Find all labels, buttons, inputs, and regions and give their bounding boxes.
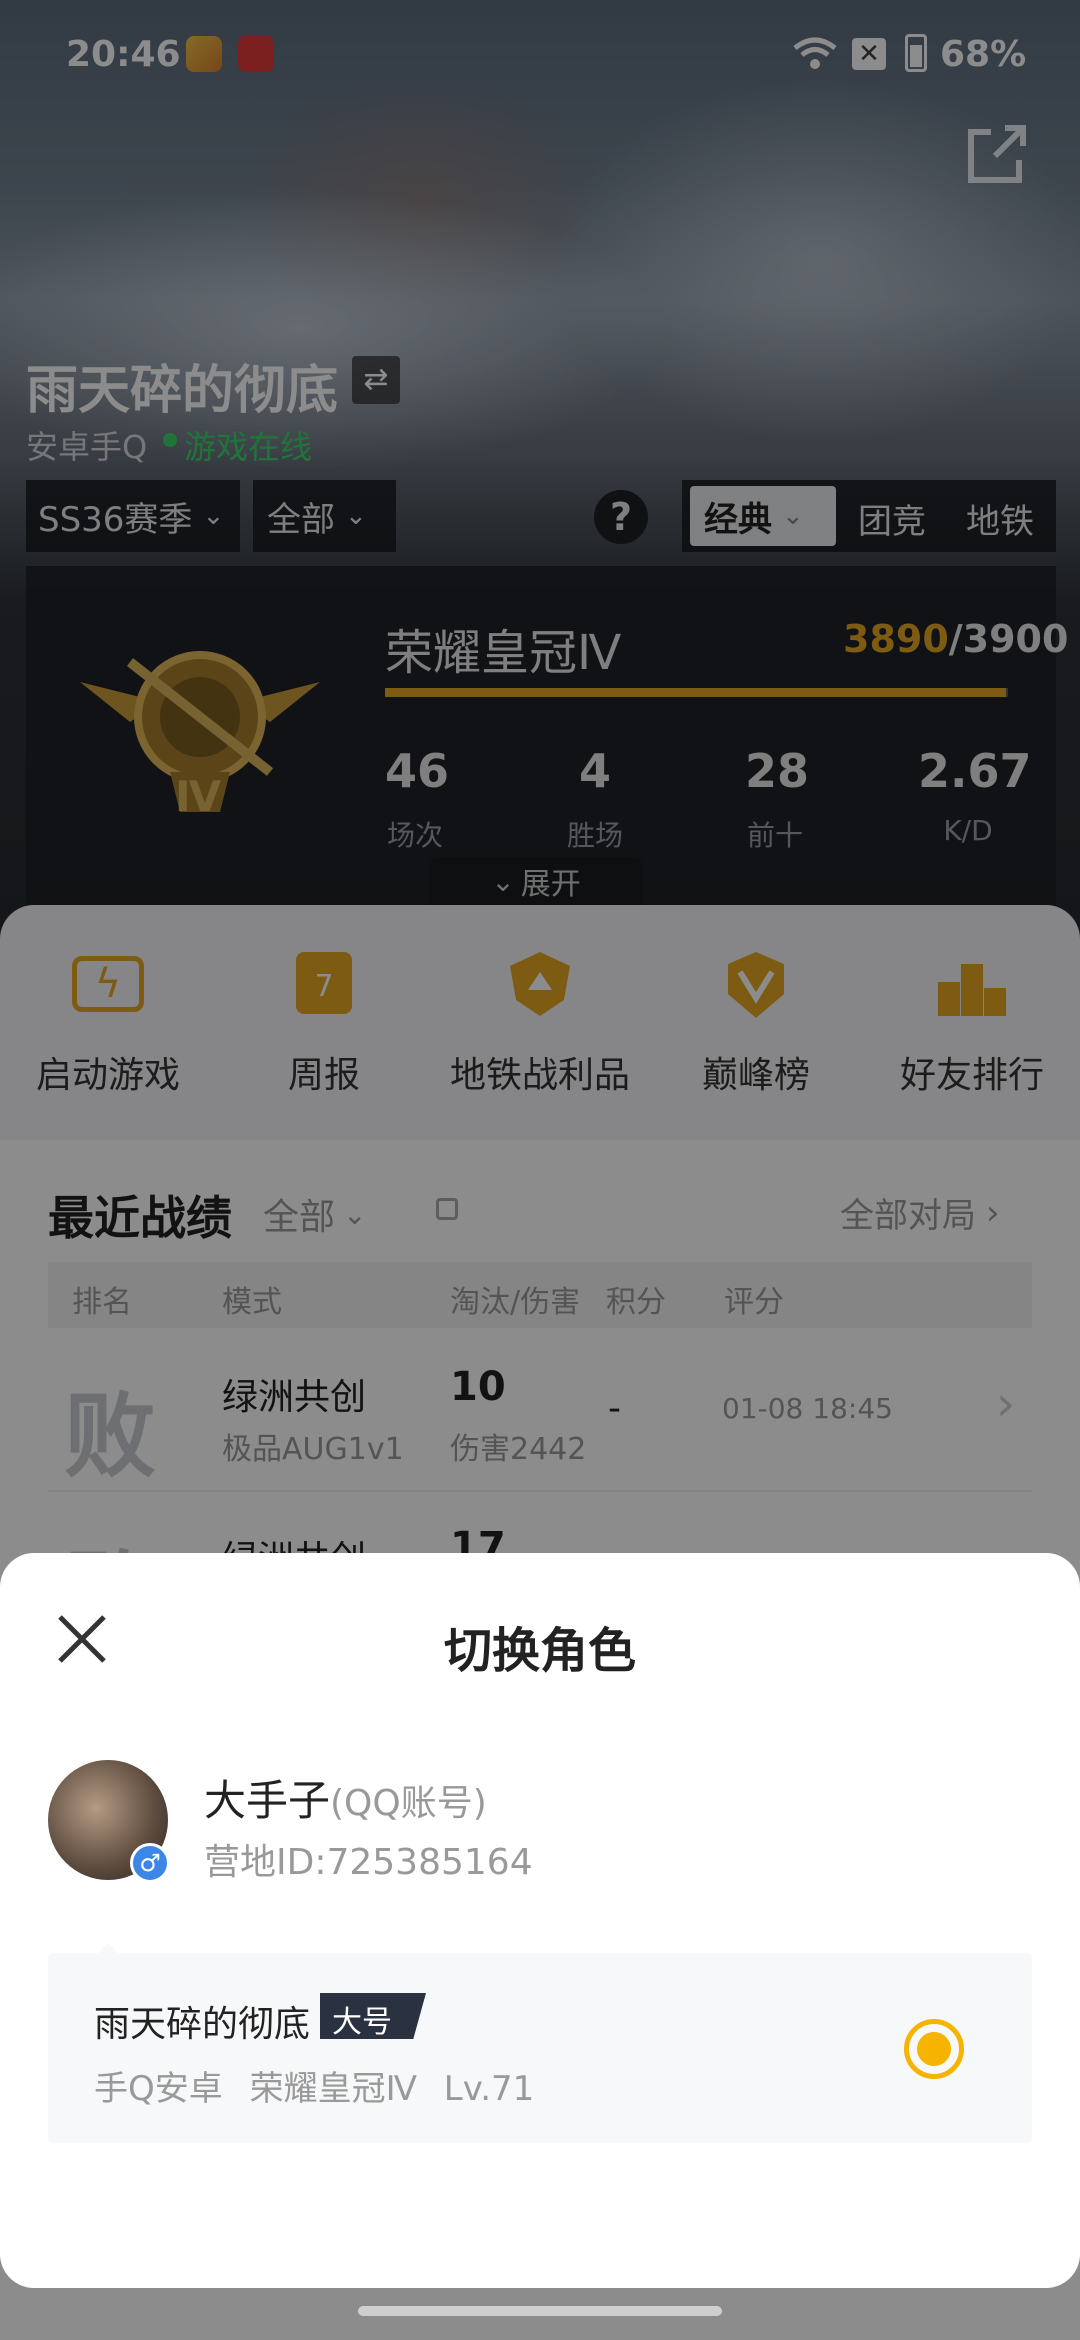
switch-role-sheet: 切换角色 ♂ 大手子(QQ账号) 营地ID:725385164 雨天碎的彻底 大… xyxy=(0,1553,1080,2288)
role-level: Lv.71 xyxy=(443,2069,535,2109)
account-type: (QQ账号) xyxy=(330,1783,487,1824)
sheet-title: 切换角色 xyxy=(443,1623,636,1679)
camp-id: 营地ID:725385164 xyxy=(204,1842,533,1883)
gender-male-icon: ♂ xyxy=(130,1843,170,1883)
account-name-row: 大手子(QQ账号) xyxy=(204,1767,487,1828)
home-indicator[interactable] xyxy=(358,2306,722,2316)
account-name: 大手子 xyxy=(204,1776,331,1825)
selected-radio[interactable] xyxy=(904,2019,964,2079)
main-account-tag: 大号 xyxy=(320,1993,426,2039)
role-card-pointer xyxy=(96,1943,120,1955)
role-card[interactable]: 雨天碎的彻底 大号 手Q安卓 荣耀皇冠Ⅳ Lv.71 xyxy=(48,1943,1032,2143)
role-rank: 荣耀皇冠Ⅳ xyxy=(249,2069,417,2109)
role-details: 手Q安卓 荣耀皇冠Ⅳ Lv.71 xyxy=(94,2061,534,2110)
role-name: 雨天碎的彻底 xyxy=(94,2004,311,2045)
role-platform: 手Q安卓 xyxy=(94,2069,223,2109)
main-account-tag-label: 大号 xyxy=(332,2005,392,2040)
